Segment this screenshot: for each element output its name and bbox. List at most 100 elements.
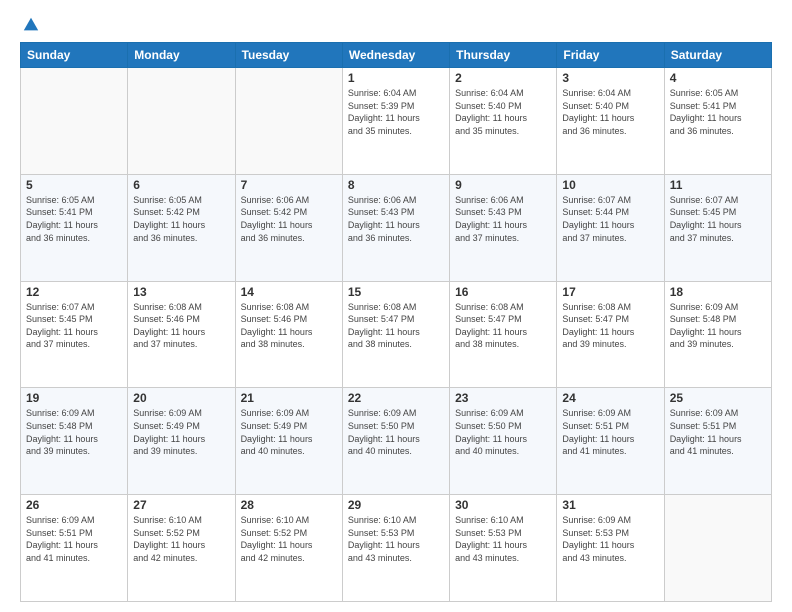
logo-icon [22, 16, 40, 34]
day-info: Sunrise: 6:10 AM Sunset: 5:52 PM Dayligh… [241, 514, 337, 564]
day-number: 28 [241, 498, 337, 512]
day-info: Sunrise: 6:08 AM Sunset: 5:46 PM Dayligh… [133, 301, 229, 351]
day-cell-9: 9 Sunrise: 6:06 AM Sunset: 5:43 PM Daylig… [450, 174, 557, 281]
day-cell-31: 31 Sunrise: 6:09 AM Sunset: 5:53 PM Dayli… [557, 495, 664, 602]
day-number: 30 [455, 498, 551, 512]
empty-cell [235, 68, 342, 175]
day-cell-19: 19Sunrise: 6:09 AM Sunset: 5:48 PM Dayli… [21, 388, 128, 495]
day-number: 16 [455, 285, 551, 299]
day-cell-13: 13 Sunrise: 6:08 AM Sunset: 5:46 PM Dayli… [128, 281, 235, 388]
day-info: Sunrise: 6:09 AM Sunset: 5:48 PM Dayligh… [26, 407, 122, 457]
logo [20, 16, 40, 34]
day-cell-2: 2 Sunrise: 6:04 AM Sunset: 5:40 PM Daylig… [450, 68, 557, 175]
day-cell-14: 14 Sunrise: 6:08 AM Sunset: 5:46 PM Dayli… [235, 281, 342, 388]
day-number: 13 [133, 285, 229, 299]
day-info: Sunrise: 6:09 AM Sunset: 5:50 PM Dayligh… [348, 407, 444, 457]
header [20, 16, 772, 34]
week-row-2: 5 Sunrise: 6:05 AM Sunset: 5:41 PM Daylig… [21, 174, 772, 281]
day-info: Sunrise: 6:04 AM Sunset: 5:39 PM Dayligh… [348, 87, 444, 137]
day-number: 25 [670, 391, 766, 405]
weekday-header-saturday: Saturday [664, 43, 771, 68]
day-info: Sunrise: 6:06 AM Sunset: 5:43 PM Dayligh… [348, 194, 444, 244]
day-number: 5 [26, 178, 122, 192]
day-cell-15: 15 Sunrise: 6:08 AM Sunset: 5:47 PM Dayli… [342, 281, 449, 388]
day-number: 7 [241, 178, 337, 192]
weekday-header-tuesday: Tuesday [235, 43, 342, 68]
day-info: Sunrise: 6:08 AM Sunset: 5:47 PM Dayligh… [348, 301, 444, 351]
day-number: 10 [562, 178, 658, 192]
day-info: Sunrise: 6:08 AM Sunset: 5:46 PM Dayligh… [241, 301, 337, 351]
day-number: 31 [562, 498, 658, 512]
day-cell-23: 23 Sunrise: 6:09 AM Sunset: 5:50 PM Dayli… [450, 388, 557, 495]
day-info: Sunrise: 6:06 AM Sunset: 5:43 PM Dayligh… [455, 194, 551, 244]
day-info: Sunrise: 6:10 AM Sunset: 5:53 PM Dayligh… [348, 514, 444, 564]
day-number: 2 [455, 71, 551, 85]
day-number: 22 [348, 391, 444, 405]
day-cell-10: 10 Sunrise: 6:07 AM Sunset: 5:44 PM Dayli… [557, 174, 664, 281]
day-number: 11 [670, 178, 766, 192]
day-info: Sunrise: 6:10 AM Sunset: 5:53 PM Dayligh… [455, 514, 551, 564]
day-cell-11: 11 Sunrise: 6:07 AM Sunset: 5:45 PM Dayli… [664, 174, 771, 281]
day-info: Sunrise: 6:08 AM Sunset: 5:47 PM Dayligh… [455, 301, 551, 351]
day-info: Sunrise: 6:09 AM Sunset: 5:48 PM Dayligh… [670, 301, 766, 351]
day-info: Sunrise: 6:09 AM Sunset: 5:51 PM Dayligh… [562, 407, 658, 457]
day-number: 12 [26, 285, 122, 299]
day-info: Sunrise: 6:07 AM Sunset: 5:45 PM Dayligh… [670, 194, 766, 244]
day-info: Sunrise: 6:05 AM Sunset: 5:41 PM Dayligh… [26, 194, 122, 244]
day-info: Sunrise: 6:05 AM Sunset: 5:41 PM Dayligh… [670, 87, 766, 137]
day-info: Sunrise: 6:10 AM Sunset: 5:52 PM Dayligh… [133, 514, 229, 564]
day-number: 4 [670, 71, 766, 85]
day-cell-24: 24 Sunrise: 6:09 AM Sunset: 5:51 PM Dayli… [557, 388, 664, 495]
day-cell-3: 3 Sunrise: 6:04 AM Sunset: 5:40 PM Daylig… [557, 68, 664, 175]
day-number: 9 [455, 178, 551, 192]
day-cell-28: 28 Sunrise: 6:10 AM Sunset: 5:52 PM Dayli… [235, 495, 342, 602]
weekday-header-sunday: Sunday [21, 43, 128, 68]
day-cell-16: 16 Sunrise: 6:08 AM Sunset: 5:47 PM Dayli… [450, 281, 557, 388]
day-cell-20: 20Sunrise: 6:09 AM Sunset: 5:49 PM Dayli… [128, 388, 235, 495]
day-cell-8: 8Sunrise: 6:06 AM Sunset: 5:43 PM Daylig… [342, 174, 449, 281]
day-cell-1: 1Sunrise: 6:04 AM Sunset: 5:39 PM Daylig… [342, 68, 449, 175]
weekday-header-row: SundayMondayTuesdayWednesdayThursdayFrid… [21, 43, 772, 68]
day-number: 29 [348, 498, 444, 512]
day-cell-21: 21 Sunrise: 6:09 AM Sunset: 5:49 PM Dayli… [235, 388, 342, 495]
day-number: 18 [670, 285, 766, 299]
day-number: 27 [133, 498, 229, 512]
day-info: Sunrise: 6:04 AM Sunset: 5:40 PM Dayligh… [455, 87, 551, 137]
day-cell-22: 22 Sunrise: 6:09 AM Sunset: 5:50 PM Dayli… [342, 388, 449, 495]
weekday-header-thursday: Thursday [450, 43, 557, 68]
weekday-header-wednesday: Wednesday [342, 43, 449, 68]
day-number: 26 [26, 498, 122, 512]
day-number: 15 [348, 285, 444, 299]
day-info: Sunrise: 6:06 AM Sunset: 5:42 PM Dayligh… [241, 194, 337, 244]
day-cell-25: 25Sunrise: 6:09 AM Sunset: 5:51 PM Dayli… [664, 388, 771, 495]
week-row-1: 1Sunrise: 6:04 AM Sunset: 5:39 PM Daylig… [21, 68, 772, 175]
day-info: Sunrise: 6:07 AM Sunset: 5:44 PM Dayligh… [562, 194, 658, 244]
day-info: Sunrise: 6:05 AM Sunset: 5:42 PM Dayligh… [133, 194, 229, 244]
weekday-header-friday: Friday [557, 43, 664, 68]
day-info: Sunrise: 6:09 AM Sunset: 5:51 PM Dayligh… [26, 514, 122, 564]
day-number: 3 [562, 71, 658, 85]
day-number: 21 [241, 391, 337, 405]
day-number: 14 [241, 285, 337, 299]
empty-cell [128, 68, 235, 175]
day-info: Sunrise: 6:09 AM Sunset: 5:53 PM Dayligh… [562, 514, 658, 564]
day-number: 24 [562, 391, 658, 405]
day-info: Sunrise: 6:07 AM Sunset: 5:45 PM Dayligh… [26, 301, 122, 351]
day-number: 23 [455, 391, 551, 405]
day-info: Sunrise: 6:04 AM Sunset: 5:40 PM Dayligh… [562, 87, 658, 137]
day-cell-12: 12 Sunrise: 6:07 AM Sunset: 5:45 PM Dayli… [21, 281, 128, 388]
day-cell-26: 26 Sunrise: 6:09 AM Sunset: 5:51 PM Dayli… [21, 495, 128, 602]
day-info: Sunrise: 6:09 AM Sunset: 5:50 PM Dayligh… [455, 407, 551, 457]
empty-cell [21, 68, 128, 175]
day-number: 17 [562, 285, 658, 299]
day-info: Sunrise: 6:09 AM Sunset: 5:49 PM Dayligh… [133, 407, 229, 457]
day-cell-6: 6Sunrise: 6:05 AM Sunset: 5:42 PM Daylig… [128, 174, 235, 281]
calendar-page: SundayMondayTuesdayWednesdayThursdayFrid… [0, 0, 792, 612]
day-info: Sunrise: 6:09 AM Sunset: 5:49 PM Dayligh… [241, 407, 337, 457]
calendar-table: SundayMondayTuesdayWednesdayThursdayFrid… [20, 42, 772, 602]
day-cell-4: 4 Sunrise: 6:05 AM Sunset: 5:41 PM Daylig… [664, 68, 771, 175]
empty-cell [664, 495, 771, 602]
week-row-5: 26 Sunrise: 6:09 AM Sunset: 5:51 PM Dayli… [21, 495, 772, 602]
week-row-3: 12 Sunrise: 6:07 AM Sunset: 5:45 PM Dayli… [21, 281, 772, 388]
weekday-header-monday: Monday [128, 43, 235, 68]
